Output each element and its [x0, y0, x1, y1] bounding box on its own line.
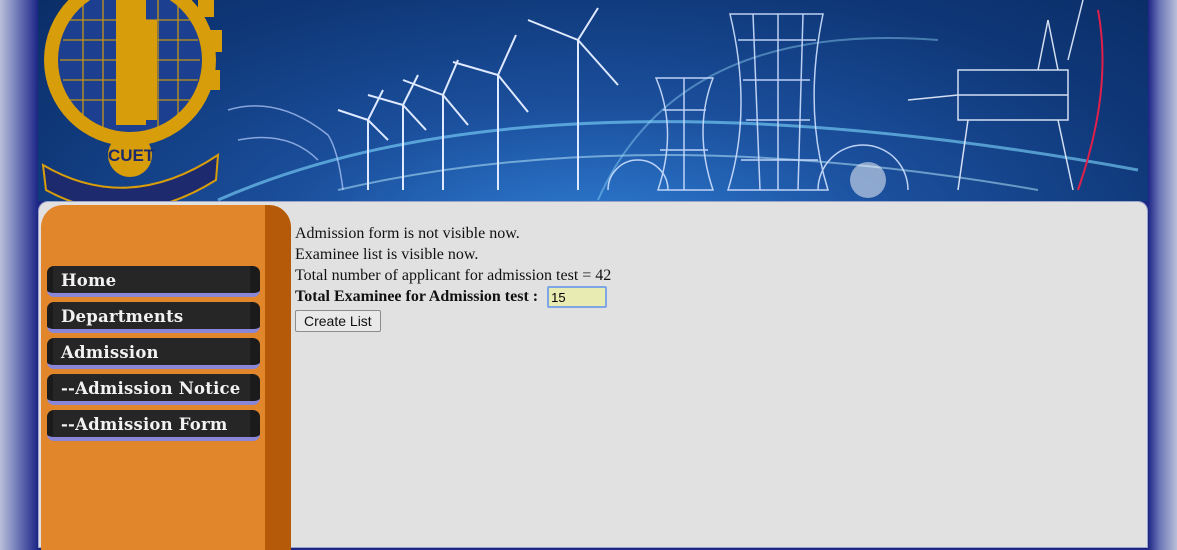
- sidebar-item-label: Departments: [61, 307, 184, 326]
- applicant-total: Total number of applicant for admission …: [295, 267, 612, 284]
- sidebar-item-label: --Admission Form: [61, 415, 228, 434]
- sidebar-item-admission[interactable]: Admission: [47, 338, 260, 369]
- admission-form-status: Admission form is not visible now.: [295, 225, 520, 242]
- sidebar-item-departments[interactable]: Departments: [47, 302, 260, 333]
- cuet-logo: [41, 0, 222, 201]
- sidebar-item-admission-form[interactable]: --Admission Form: [47, 410, 260, 441]
- sidebar-menu: Home Departments Admission --Admission N…: [47, 266, 260, 446]
- page-container: Home Departments Admission --Admission N…: [38, 201, 1148, 550]
- sidebar-edge: [265, 205, 291, 550]
- banner-artwork: [41, 0, 1139, 201]
- examinee-list-status: Examinee list is visible now.: [295, 246, 479, 263]
- sidebar-item-label: Home: [61, 271, 117, 290]
- examinee-label: Total Examinee for Admission test :: [295, 288, 539, 305]
- examinee-count-input[interactable]: [547, 286, 608, 309]
- main-content: Admission form is not visible now. Exami…: [295, 223, 612, 333]
- create-list-button[interactable]: Create List: [295, 310, 381, 333]
- sidebar-item-home[interactable]: Home: [47, 266, 260, 297]
- sidebar-item-admission-notice[interactable]: --Admission Notice: [47, 374, 260, 405]
- sidebar-item-label: Admission: [61, 343, 159, 362]
- sidebar-item-label: --Admission Notice: [61, 379, 241, 398]
- sidebar: Home Departments Admission --Admission N…: [41, 205, 291, 550]
- examinee-row: Total Examinee for Admission test :: [295, 286, 611, 309]
- header-banner: CUET: [38, 0, 1148, 201]
- logo-text: CUET: [108, 146, 155, 165]
